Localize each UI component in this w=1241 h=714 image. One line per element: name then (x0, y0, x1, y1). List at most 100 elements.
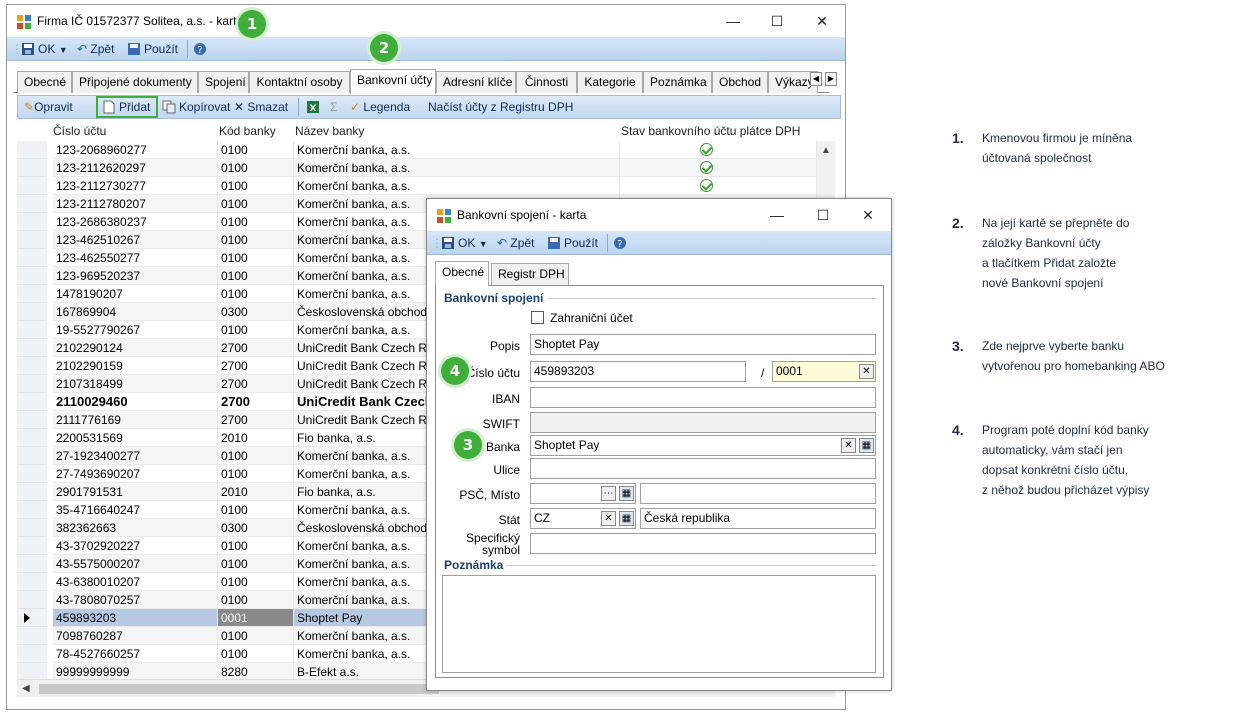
clear-country-icon[interactable]: ✕ (601, 511, 616, 526)
country-lookup-icon[interactable]: ▦ (619, 511, 634, 526)
cell-code[interactable]: 0100 (218, 285, 294, 303)
cell-acc[interactable]: 2107318499 (53, 375, 218, 393)
edit-button[interactable]: ✎Opravit (24, 99, 73, 115)
cell-acc[interactable]: 2200531569 (53, 429, 218, 447)
cell-acc[interactable]: 1478190207 (53, 285, 218, 303)
minimize-icon[interactable]: — (713, 9, 753, 33)
row-selector[interactable] (17, 339, 47, 357)
cell-code[interactable]: 2700 (218, 375, 294, 393)
excel-button[interactable]: X (306, 99, 323, 115)
tab-kategorie[interactable]: Kategorie (577, 71, 643, 93)
cell-code[interactable]: 2010 (218, 429, 294, 447)
col-header-account[interactable]: Číslo účtu (53, 124, 106, 138)
cell-bank[interactable]: Komerční banka, a.s. (294, 159, 620, 177)
add-button[interactable]: Přidat (102, 99, 150, 115)
cell-acc[interactable]: 19-5527790267 (53, 321, 218, 339)
dialog-apply-button[interactable]: Použít (547, 234, 598, 252)
ok-button[interactable]: OK ▼ (21, 40, 68, 58)
cell-code[interactable]: 0100 (218, 573, 294, 591)
help-button[interactable]: ? (193, 40, 210, 58)
scroll-left-icon[interactable]: ◀ (22, 683, 30, 694)
bank-lookup-icon[interactable]: ▦ (859, 438, 874, 453)
row-selector[interactable] (17, 177, 47, 195)
load-dph-button[interactable]: Načíst účty z Registru DPH (428, 99, 573, 115)
clear-bank-code-icon[interactable]: ✕ (859, 364, 874, 379)
cell-code[interactable]: 0100 (218, 591, 294, 609)
cell-code[interactable]: 0100 (218, 159, 294, 177)
dialog-dropdown-arrow-icon[interactable]: ▼ (479, 239, 488, 249)
dropdown-arrow-icon[interactable]: ▼ (59, 45, 68, 55)
cell-acc[interactable]: 2102290159 (53, 357, 218, 375)
cell-code[interactable]: 0001 (218, 609, 294, 627)
cell-bank[interactable]: Komerční banka, a.s. (294, 177, 620, 195)
cell-code[interactable]: 2700 (218, 411, 294, 429)
cell-acc[interactable]: 43-3702920227 (53, 537, 218, 555)
tab-adresni-klice[interactable]: Adresní klíče (436, 71, 516, 93)
row-selector[interactable] (17, 591, 47, 609)
maximize-icon[interactable]: ☐ (757, 9, 797, 33)
dialog-maximize-icon[interactable]: ☐ (803, 203, 843, 227)
cell-code[interactable]: 0300 (218, 303, 294, 321)
cell-acc[interactable]: 167869904 (53, 303, 218, 321)
copy-button[interactable]: Kopírovat (162, 99, 230, 115)
cell-acc[interactable]: 78-4527660257 (53, 645, 218, 663)
cell-acc[interactable]: 27-7493690207 (53, 465, 218, 483)
tab-obchod[interactable]: Obchod (712, 71, 768, 93)
table-row[interactable]: 123-2112620297 0100 Komerční banka, a.s. (17, 159, 817, 177)
cell-acc[interactable]: 2110029460 (53, 393, 218, 411)
row-selector[interactable] (17, 663, 47, 679)
tab-spojeni[interactable]: Spojení (198, 71, 249, 93)
dialog-help-button[interactable]: ? (613, 234, 630, 252)
cell-acc[interactable]: 99999999999 (53, 663, 218, 679)
cell-acc[interactable]: 2102290124 (53, 339, 218, 357)
cell-code[interactable]: 2700 (218, 393, 294, 411)
tab-poznamka[interactable]: Poznámka (643, 71, 712, 93)
cell-acc[interactable]: 459893203 (53, 609, 218, 627)
country-name-field[interactable]: Česká republika (640, 508, 876, 529)
tab-pripojene-dokumenty[interactable]: Připojené dokumenty (72, 71, 198, 93)
account-number-field[interactable]: 459893203 (530, 361, 746, 382)
row-selector[interactable] (17, 573, 47, 591)
note-textarea[interactable] (442, 575, 876, 673)
cell-code[interactable]: 0100 (218, 321, 294, 339)
cell-acc[interactable]: 382362663 (53, 519, 218, 537)
cell-acc[interactable]: 123-2068960277 (53, 141, 218, 159)
cell-acc[interactable]: 123-2112620297 (53, 159, 218, 177)
cell-acc[interactable]: 43-6380010207 (53, 573, 218, 591)
cell-acc[interactable]: 2111776169 (53, 411, 218, 429)
tab-scroll-right-icon[interactable]: ▶ (825, 72, 837, 86)
row-selector[interactable] (17, 519, 47, 537)
row-selector[interactable] (17, 303, 47, 321)
row-selector[interactable] (17, 627, 47, 645)
horizontal-scroll-thumb[interactable] (39, 684, 439, 694)
cell-acc[interactable]: 43-5575000207 (53, 555, 218, 573)
cell-acc[interactable]: 27-1923400277 (53, 447, 218, 465)
table-row[interactable]: 123-2068960277 0100 Komerční banka, a.s. (17, 141, 817, 159)
row-selector[interactable] (17, 267, 47, 285)
dialog-tab-registr-dph[interactable]: Registr DPH (491, 263, 569, 285)
row-selector[interactable] (17, 501, 47, 519)
cell-acc[interactable]: 35-4716640247 (53, 501, 218, 519)
dialog-minimize-icon[interactable]: — (757, 203, 797, 227)
clear-bank-icon[interactable]: ✕ (841, 438, 856, 453)
row-selector[interactable] (17, 483, 47, 501)
close-icon[interactable]: ✕ (802, 9, 842, 33)
foreign-account-checkbox[interactable] (531, 311, 544, 324)
dialog-ok-button[interactable]: OK ▼ (441, 234, 488, 252)
cell-code[interactable]: 0100 (218, 465, 294, 483)
street-field[interactable] (530, 458, 876, 479)
cell-acc[interactable]: 123-2112730277 (53, 177, 218, 195)
cell-code[interactable]: 2700 (218, 339, 294, 357)
cell-code[interactable]: 0100 (218, 555, 294, 573)
row-selector[interactable] (17, 159, 47, 177)
cell-code[interactable]: 0300 (218, 519, 294, 537)
cell-code[interactable]: 0100 (218, 645, 294, 663)
cell-acc[interactable]: 123-2112780207 (53, 195, 218, 213)
cell-acc[interactable]: 123-969520237 (53, 267, 218, 285)
tab-obecne[interactable]: Obecné (17, 71, 72, 93)
cell-acc[interactable]: 123-2686380237 (53, 213, 218, 231)
cell-code[interactable]: 0100 (218, 267, 294, 285)
cell-code[interactable]: 0100 (218, 447, 294, 465)
dialog-tab-obecne[interactable]: Obecné (435, 261, 489, 286)
row-selector[interactable] (17, 231, 47, 249)
